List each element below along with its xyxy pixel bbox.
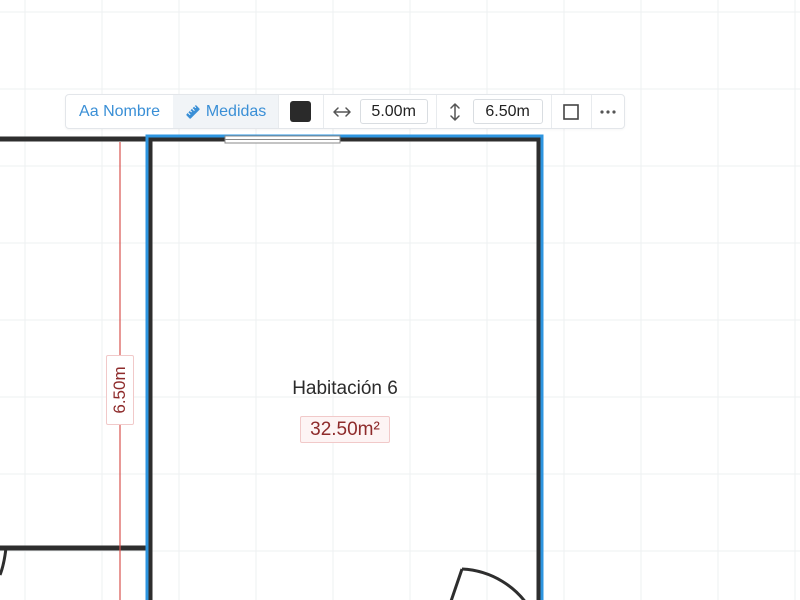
element-toolbar: Aa Nombre Medidas 5.00m 6.50m <box>65 94 625 129</box>
window[interactable] <box>224 135 341 144</box>
square-icon <box>563 103 580 120</box>
width-input[interactable]: 5.00m <box>359 99 428 124</box>
height-control: 6.50m <box>437 95 551 128</box>
adjacent-door-arc <box>0 547 8 576</box>
more-icon <box>600 109 616 114</box>
ruler-icon <box>186 104 200 119</box>
measurements-toggle-label: Medidas <box>205 102 267 120</box>
room-name[interactable]: Habitación 6 <box>246 378 444 400</box>
vertical-arrows-icon <box>437 95 473 128</box>
outline-toggle-button[interactable] <box>552 95 592 128</box>
color-swatch <box>290 101 312 122</box>
floor-plan-canvas[interactable] <box>0 0 800 600</box>
color-picker-button[interactable] <box>279 95 323 128</box>
height-input[interactable]: 6.50m <box>472 99 543 124</box>
room-walls[interactable] <box>147 136 542 600</box>
dimension-label: 6.50m <box>106 355 134 425</box>
name-toggle-button[interactable]: Aa Nombre <box>66 95 173 128</box>
door[interactable] <box>448 567 532 600</box>
more-options-button[interactable] <box>592 95 624 128</box>
dimension-label-text: 6.50m <box>110 366 129 414</box>
room-area-badge: 32.50m² <box>300 416 390 443</box>
width-control: 5.00m <box>324 95 436 128</box>
name-toggle-label: Aa Nombre <box>79 102 160 120</box>
horizontal-arrows-icon <box>324 95 360 128</box>
measurements-toggle-button[interactable]: Medidas <box>173 95 279 128</box>
room-selection-outline <box>145 134 544 600</box>
